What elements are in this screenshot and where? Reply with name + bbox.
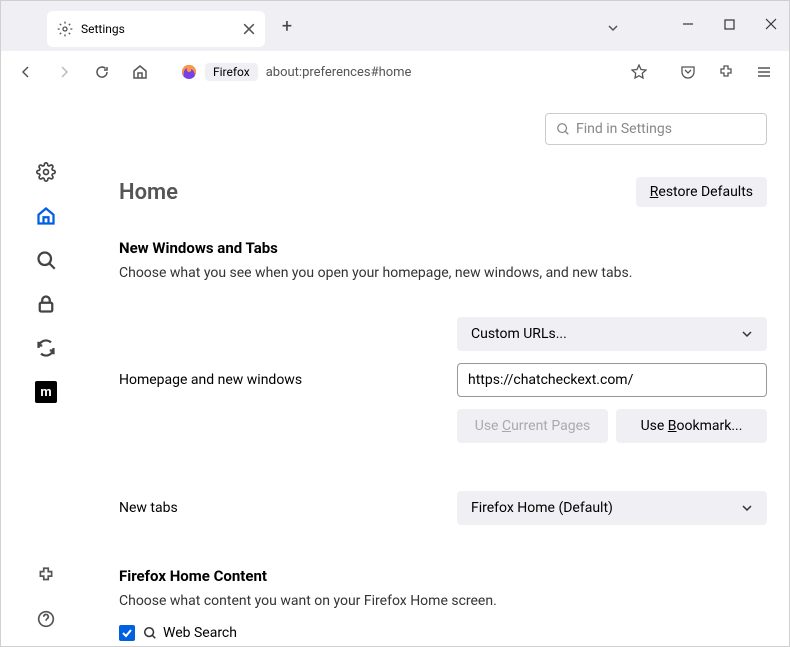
homepage-select[interactable]: Custom URLs... (457, 317, 767, 351)
gear-icon[interactable] (35, 161, 57, 183)
find-settings-input[interactable]: Find in Settings (545, 113, 767, 145)
close-icon[interactable] (243, 23, 255, 35)
home-button[interactable] (125, 57, 155, 87)
reload-button[interactable] (87, 57, 117, 87)
newtabs-select[interactable]: Firefox Home (Default) (457, 491, 767, 525)
lock-icon[interactable] (35, 293, 57, 315)
pocket-icon[interactable] (673, 57, 703, 87)
use-bookmark-button[interactable]: Use Bookmark... (616, 409, 767, 443)
search-icon (556, 122, 570, 136)
minimize-button[interactable] (682, 18, 694, 34)
page-title: Home (119, 180, 178, 205)
m-icon[interactable]: m (35, 381, 57, 403)
titlebar: Settings + (1, 1, 789, 51)
tab-settings[interactable]: Settings (47, 11, 265, 47)
new-tab-button[interactable]: + (273, 12, 301, 40)
section-heading-home-content: Firefox Home Content (119, 567, 767, 585)
chevron-down-icon[interactable] (607, 19, 619, 38)
firefox-tag: Firefox (205, 63, 258, 81)
homepage-label: Homepage and new windows (119, 372, 457, 388)
tab-label: Settings (81, 22, 243, 36)
firefox-icon (181, 64, 197, 80)
chevron-down-icon (741, 328, 753, 340)
url-bar[interactable]: Firefox about:preferences#home (171, 56, 657, 88)
search-icon[interactable] (35, 249, 57, 271)
websearch-checkbox[interactable] (119, 625, 135, 641)
extensions-icon[interactable] (711, 57, 741, 87)
websearch-label: Web Search (143, 625, 237, 641)
homepage-url-input[interactable] (457, 363, 767, 397)
use-current-pages-button: Use Current Pages (457, 409, 608, 443)
section-desc: Choose what you see when you open your h… (119, 265, 767, 281)
content: Find in Settings Home Restore Defaults N… (91, 93, 789, 646)
restore-defaults-button[interactable]: Restore Defaults (636, 177, 767, 207)
gear-icon (57, 21, 73, 37)
search-icon (143, 626, 157, 640)
sync-icon[interactable] (35, 337, 57, 359)
newtabs-label: New tabs (119, 500, 457, 516)
menu-icon[interactable] (749, 57, 779, 87)
section-heading-windows-tabs: New Windows and Tabs (119, 239, 767, 257)
maximize-button[interactable] (724, 19, 735, 34)
home-icon[interactable] (35, 205, 57, 227)
url-text: about:preferences#home (266, 65, 412, 80)
star-icon[interactable] (631, 64, 647, 80)
toolbar: Firefox about:preferences#home (1, 51, 789, 93)
forward-button[interactable] (49, 57, 79, 87)
chevron-down-icon (741, 502, 753, 514)
section-desc: Choose what content you want on your Fir… (119, 593, 767, 609)
back-button[interactable] (11, 57, 41, 87)
close-button[interactable] (765, 18, 777, 34)
help-icon[interactable] (35, 608, 57, 630)
extensions-sidebar-icon[interactable] (35, 564, 57, 586)
sidebar: m (1, 93, 91, 646)
